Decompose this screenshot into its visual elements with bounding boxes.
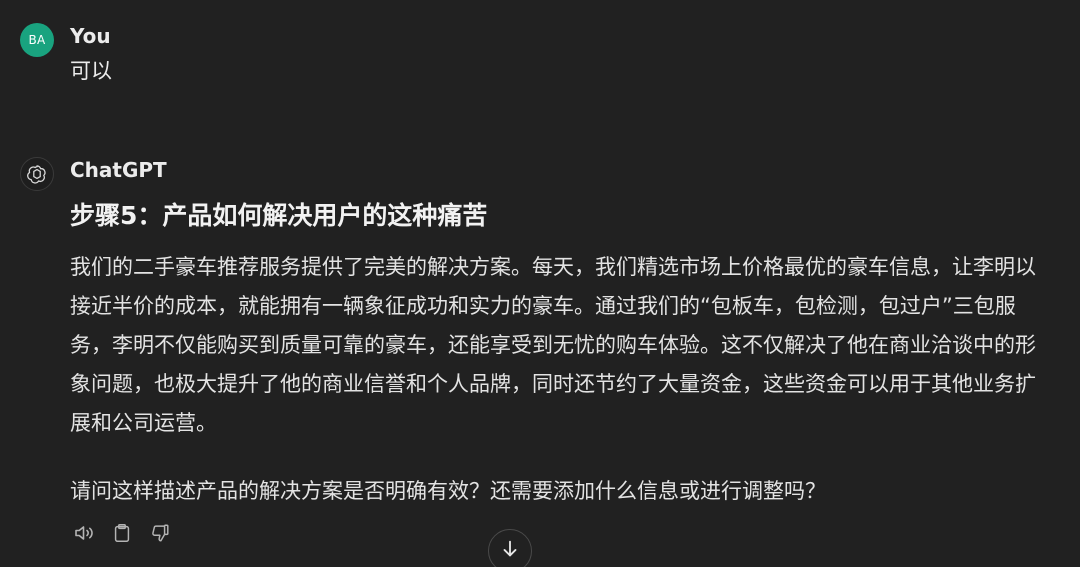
openai-logo-icon — [20, 157, 54, 191]
message-actions — [70, 519, 174, 547]
thumbs-down-button[interactable] — [146, 519, 174, 547]
assistant-question: 请问这样描述产品的解决方案是否明确有效？还需要添加什么信息或进行调整吗？ — [70, 479, 826, 503]
copy-button[interactable] — [108, 519, 136, 547]
user-message-text: 可以 — [70, 59, 112, 83]
copy-icon — [111, 522, 133, 544]
assistant-paragraph: 我们的二手豪车推荐服务提供了完美的解决方案。每天，我们精选市场上价格最优的豪车信… — [70, 255, 1036, 435]
assistant-author-name: ChatGPT — [70, 158, 167, 182]
chat-page: BA You 可以 ChatGPT 步骤5：产品如何解决用户的这种痛苦 我们的二… — [0, 0, 1080, 567]
thumbs-down-icon — [149, 522, 171, 544]
read-aloud-icon — [72, 521, 96, 545]
user-avatar[interactable]: BA — [20, 23, 54, 57]
read-aloud-button[interactable] — [70, 519, 98, 547]
user-message: BA You 可以 — [20, 23, 1060, 93]
assistant-message-header: ChatGPT — [20, 157, 320, 193]
user-author-name: You — [70, 24, 111, 48]
scroll-to-bottom-button[interactable] — [488, 529, 532, 567]
user-avatar-initials: BA — [28, 33, 46, 47]
assistant-heading: 步骤5：产品如何解决用户的这种痛苦 — [70, 201, 488, 230]
arrow-down-icon — [499, 538, 521, 564]
